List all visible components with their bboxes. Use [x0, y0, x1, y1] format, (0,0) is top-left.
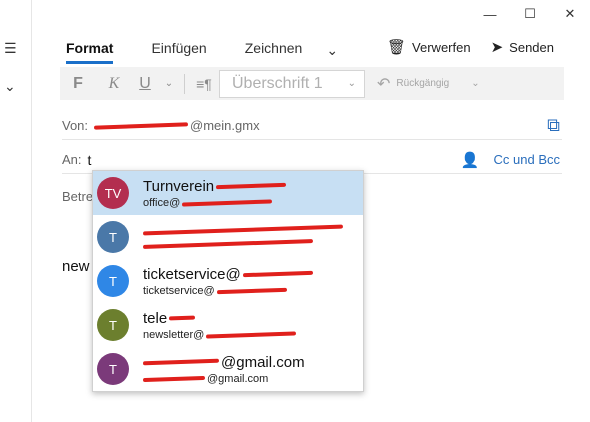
- trash-icon: 🗑: [387, 39, 407, 56]
- contact-suggestions-dropdown: TV Turnverein office@ T T ticketservice@…: [92, 170, 364, 392]
- bold-button[interactable]: F: [60, 75, 96, 93]
- chevron-down-icon: ⌄: [347, 78, 356, 89]
- hamburger-menu-icon[interactable]: ☰: [4, 40, 17, 57]
- suggestion-email: newsletter@: [143, 328, 205, 341]
- redaction-mark: [142, 375, 206, 382]
- left-nav-strip: ☰ ⌄: [0, 0, 32, 422]
- tab-format[interactable]: Format: [66, 36, 114, 64]
- toolbar-divider: [184, 73, 185, 94]
- send-label: Senden: [509, 39, 554, 55]
- suggestion-email: ticketservice@: [143, 284, 215, 297]
- avatar: TV: [97, 177, 129, 209]
- redaction-mark: [216, 182, 287, 190]
- suggestion-name: @gmail.com: [221, 353, 305, 371]
- ribbon-tabs: Format Einfügen Zeichnen ⌄: [66, 36, 338, 64]
- suggestion-email: @gmail.com: [207, 372, 269, 385]
- suggestion-name: Turnverein: [143, 177, 215, 195]
- redaction-mark: [93, 121, 189, 130]
- redaction-mark: [242, 270, 313, 278]
- tab-zeichnen[interactable]: Zeichnen: [245, 36, 303, 64]
- undo-icon: ↶: [377, 75, 391, 93]
- avatar: T: [97, 309, 129, 341]
- chevron-down-icon[interactable]: ⌄: [471, 78, 479, 89]
- tab-einfuegen[interactable]: Einfügen: [151, 36, 206, 64]
- to-input[interactable]: t: [88, 152, 92, 168]
- redaction-mark: [216, 287, 287, 294]
- suggestion-email: office@: [143, 196, 181, 209]
- more-tabs-chevron-icon[interactable]: ⌄: [326, 42, 338, 59]
- to-label: An:: [62, 152, 82, 167]
- paragraph-format-icon[interactable]: ≡¶: [189, 76, 219, 92]
- redaction-mark: [182, 198, 273, 207]
- chevron-down-icon[interactable]: ⌄: [4, 78, 16, 95]
- italic-button[interactable]: K: [96, 75, 132, 93]
- subject-label[interactable]: Betre: [62, 189, 93, 204]
- paragraph-style-select[interactable]: Überschrift 1 ⌄: [219, 69, 365, 98]
- send-icon: ➤: [490, 39, 504, 56]
- from-label: Von:: [62, 118, 89, 133]
- cc-bcc-button[interactable]: Cc und Bcc: [494, 152, 560, 167]
- from-domain[interactable]: @mein.gmx: [190, 118, 260, 133]
- format-toolbar: F K U ⌄ ≡¶ Überschrift 1 ⌄ ↶ Rückgängig …: [60, 67, 564, 100]
- redaction-mark: [142, 224, 344, 236]
- send-button[interactable]: ➤ Senden: [491, 38, 554, 56]
- ribbon-actions: 🗑 Verwerfen ➤ Senden: [367, 38, 554, 56]
- discard-button[interactable]: 🗑 Verwerfen: [387, 38, 471, 56]
- avatar: T: [97, 353, 129, 385]
- underline-button[interactable]: U: [132, 75, 158, 93]
- cc-bcc-area: 👤 Cc und Bcc: [461, 151, 560, 169]
- person-icon[interactable]: 👤: [461, 151, 480, 169]
- undo-button[interactable]: ↶ Rückgängig ⌄: [377, 74, 480, 94]
- undo-label: Rückgängig: [396, 78, 450, 89]
- suggestion-name: ticketservice@: [143, 265, 241, 283]
- suggestion-name: tele: [143, 309, 168, 327]
- avatar: T: [97, 221, 129, 253]
- close-button[interactable]: ✕: [550, 0, 590, 28]
- underline-dropdown-chevron-icon[interactable]: ⌄: [158, 78, 180, 89]
- redaction-mark: [206, 330, 297, 339]
- message-body[interactable]: new: [62, 258, 90, 275]
- discard-label: Verwerfen: [412, 39, 471, 55]
- suggestion-item[interactable]: T tele newsletter@: [93, 303, 363, 347]
- minimize-button[interactable]: —: [470, 0, 510, 28]
- redaction-mark: [142, 358, 220, 366]
- suggestion-item[interactable]: TV Turnverein office@: [93, 171, 363, 215]
- paragraph-style-value: Überschrift 1: [232, 74, 323, 92]
- window-controls: — ☐ ✕: [470, 0, 590, 28]
- redaction-mark: [169, 315, 196, 321]
- maximize-button[interactable]: ☐: [510, 0, 550, 28]
- suggestion-item[interactable]: T: [93, 215, 363, 259]
- popout-icon[interactable]: ⧉: [547, 115, 560, 136]
- from-row: Von: @mein.gmx ⧉: [62, 112, 562, 140]
- redaction-mark: [142, 239, 314, 249]
- suggestion-item[interactable]: T ticketservice@ ticketservice@: [93, 259, 363, 303]
- avatar: T: [97, 265, 129, 297]
- suggestion-item[interactable]: T @gmail.com @gmail.com: [93, 347, 363, 391]
